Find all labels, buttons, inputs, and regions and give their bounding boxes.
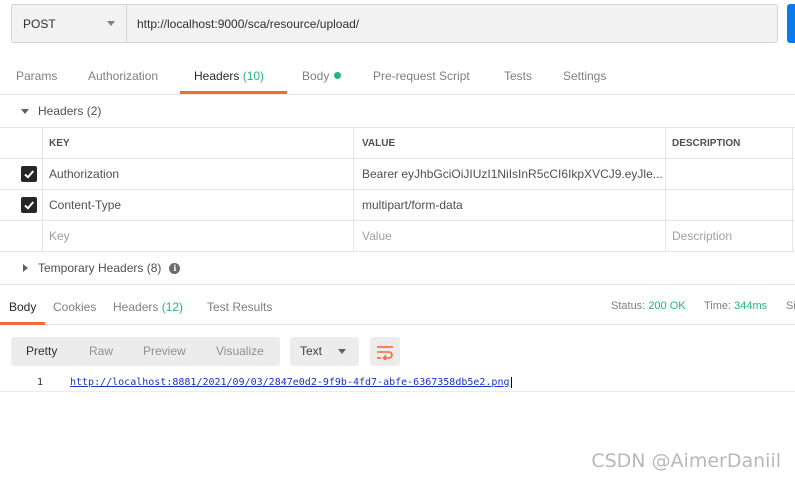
checkmark-icon [23, 170, 34, 179]
send-button[interactable] [787, 4, 795, 43]
table-row: Content-Type multipart/form-data [0, 190, 795, 221]
time-value: 344ms [734, 300, 768, 312]
wrap-lines-button[interactable] [370, 337, 400, 366]
tab-prerequest-script[interactable]: Pre-request Script [373, 58, 470, 94]
tab-params[interactable]: Params [16, 58, 57, 94]
header-description-cell[interactable] [665, 159, 792, 189]
view-visualize-button[interactable]: Visualize [216, 337, 264, 366]
row-enabled-checkbox[interactable] [20, 197, 37, 213]
headers-count: (10) [242, 69, 265, 83]
temporary-headers-count: (8) [146, 261, 162, 275]
size-indicator: Si [786, 300, 795, 312]
new-description-input[interactable]: Description [665, 221, 792, 251]
time-label: Time: [704, 300, 732, 312]
temporary-headers-title: Temporary Headers [38, 261, 144, 275]
column-description: DESCRIPTION [665, 128, 792, 158]
size-label: Si [786, 300, 795, 312]
body-indicator-dot [334, 72, 342, 79]
tab-test-results[interactable]: Test Results [207, 285, 272, 325]
url-text: http://localhost:9000/sca/resource/uploa… [137, 16, 360, 31]
status-indicator: Status: 200 OK [611, 300, 686, 312]
response-tabs: Body Cookies Headers (12) Test Results S… [0, 284, 795, 325]
tab-authorization[interactable]: Authorization [88, 58, 158, 94]
tab-cookies[interactable]: Cookies [53, 285, 96, 325]
url-input[interactable]: http://localhost:9000/sca/resource/uploa… [127, 5, 777, 42]
wrap-lines-icon [377, 345, 393, 360]
header-value-cell[interactable]: multipart/form-data [353, 190, 665, 220]
caret-right-icon [23, 264, 28, 272]
header-key-cell[interactable]: Content-Type [42, 190, 353, 220]
tab-response-body[interactable]: Body [0, 285, 45, 325]
row-enabled-checkbox[interactable] [20, 166, 37, 182]
temporary-headers-toggle[interactable]: Temporary Headers (8) i [23, 261, 181, 275]
format-label: Text [300, 344, 323, 358]
column-key: KEY [42, 128, 353, 158]
headers-section-count: (2) [86, 104, 102, 118]
request-tabs: Params Authorization Headers (10) Body P… [0, 58, 795, 95]
tab-tests[interactable]: Tests [504, 58, 532, 94]
table-row-new: Key Value Description [0, 221, 795, 252]
request-url-bar: POST http://localhost:9000/sca/resource/… [11, 4, 778, 43]
format-select[interactable]: Text [290, 337, 359, 366]
new-value-input[interactable]: Value [353, 221, 665, 251]
status-label: Status: [611, 300, 646, 312]
table-row: Authorization Bearer eyJhbGciOiJIUzI1NiI… [0, 159, 795, 190]
method-select[interactable]: POST [12, 5, 127, 42]
view-raw-button[interactable]: Raw [89, 337, 113, 366]
info-icon[interactable]: i [169, 262, 181, 274]
response-headers-count: (12) [161, 300, 184, 314]
table-header-row: KEY VALUE DESCRIPTION [0, 127, 795, 159]
method-label: POST [23, 16, 56, 31]
new-key-input[interactable]: Key [42, 221, 353, 251]
view-preview-button[interactable]: Preview [143, 337, 186, 366]
tab-response-headers[interactable]: Headers (12) [113, 285, 183, 325]
time-indicator: Time: 344ms [704, 300, 767, 312]
tab-headers[interactable]: Headers (10) [180, 58, 287, 94]
headers-section-toggle[interactable]: Headers (2) [21, 104, 101, 118]
view-pretty-button[interactable]: Pretty [26, 337, 57, 366]
line-number: 1 [37, 377, 44, 388]
headers-section-title: Headers [38, 104, 84, 118]
watermark: CSDN @AimerDaniil [591, 450, 781, 472]
chevron-down-icon [107, 21, 115, 26]
status-value: 200 OK [648, 300, 686, 312]
response-body-line: 1 http://localhost:8881/2021/09/03/2847e… [0, 375, 795, 392]
header-key-cell[interactable]: Authorization [42, 159, 353, 189]
headers-table: KEY VALUE DESCRIPTION Authorization Bear… [0, 127, 795, 252]
header-description-cell[interactable] [665, 190, 792, 220]
caret-down-icon [21, 108, 29, 114]
response-url-link[interactable]: http://localhost:8881/2021/09/03/2847e0d… [70, 377, 512, 388]
chevron-down-icon [338, 349, 346, 354]
tab-settings[interactable]: Settings [563, 58, 606, 94]
tab-body[interactable]: Body [302, 58, 342, 94]
header-value-cell[interactable]: Bearer eyJhbGciOiJIUzI1NiIsInR5cCI6IkpXV… [353, 159, 665, 189]
column-value: VALUE [353, 128, 665, 158]
view-mode-switch: Pretty Raw Preview Visualize [11, 337, 280, 366]
checkmark-icon [23, 201, 34, 210]
